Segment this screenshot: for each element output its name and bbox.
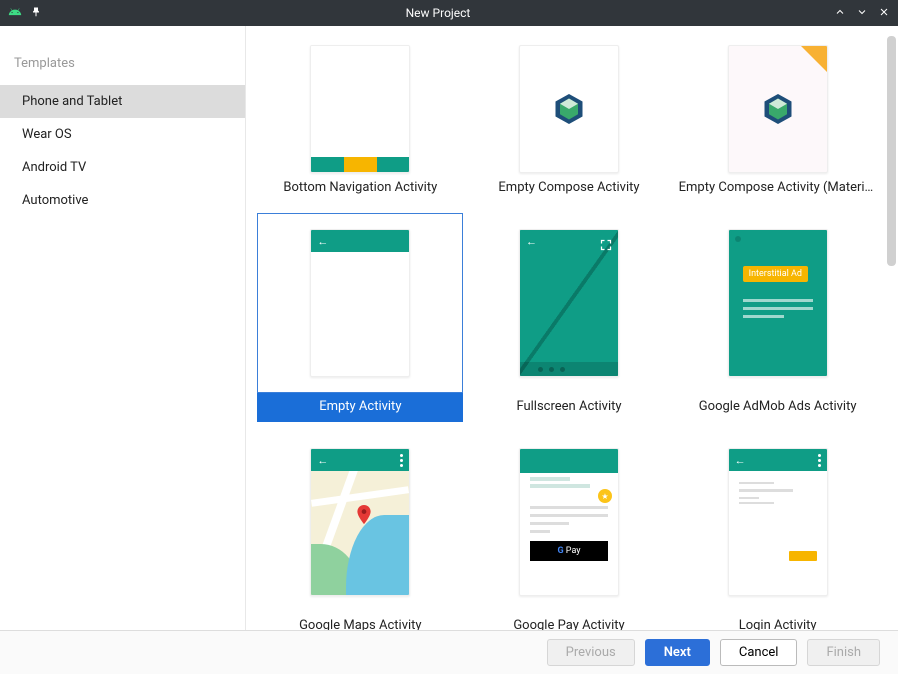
sidebar-item-wear-os[interactable]: Wear OS [0,118,245,151]
template-label: Bottom Navigation Activity [257,174,463,203]
template-empty[interactable]: ←Empty Activity [257,213,463,422]
content-area: Templates Phone and TabletWear OSAndroid… [0,26,898,630]
template-label: Empty Compose Activity [466,174,672,203]
template-bottomnav[interactable]: Bottom Navigation Activity [257,26,463,203]
pin-icon[interactable] [30,6,42,21]
template-label: Google Pay Activity [466,612,672,630]
template-fullscreen[interactable]: ←Fullscreen Activity [466,213,672,422]
sidebar-item-automotive[interactable]: Automotive [0,184,245,217]
template-area: Bottom Navigation ActivityEmpty Compose … [246,26,898,630]
sidebar: Templates Phone and TabletWear OSAndroid… [0,26,246,630]
template-label: Login Activity [675,612,881,630]
template-admob[interactable]: Interstitial AdGoogle AdMob Ads Activity [675,213,881,422]
template-maps[interactable]: ←Google Maps Activity [257,432,463,630]
template-compose-m3[interactable]: Empty Compose Activity (Material3) [675,26,881,203]
template-compose[interactable]: Empty Compose Activity [466,26,672,203]
template-label: Empty Compose Activity (Material3) [675,174,881,203]
finish-button[interactable]: Finish [807,639,880,666]
sidebar-item-android-tv[interactable]: Android TV [0,151,245,184]
maximize-icon[interactable] [856,6,868,21]
template-label: Fullscreen Activity [466,393,672,422]
sidebar-item-phone-and-tablet[interactable]: Phone and Tablet [0,85,245,118]
sidebar-header: Templates [0,46,245,85]
android-studio-icon [8,5,22,22]
previous-button[interactable]: Previous [547,639,635,666]
scrollbar-thumb[interactable] [887,36,896,266]
template-label: Google Maps Activity [257,612,463,630]
cancel-button[interactable]: Cancel [720,639,798,666]
template-label: Empty Activity [257,393,463,422]
template-login[interactable]: ←Login Activity [675,432,881,630]
window-title: New Project [42,6,834,20]
titlebar: New Project [0,0,898,26]
next-button[interactable]: Next [645,639,710,666]
minimize-icon[interactable] [834,6,846,21]
template-gpay[interactable]: ★G PayGoogle Pay Activity [466,432,672,630]
close-icon[interactable] [878,6,890,21]
wizard-footer: Previous Next Cancel Finish [0,630,898,674]
template-label: Google AdMob Ads Activity [675,393,881,422]
